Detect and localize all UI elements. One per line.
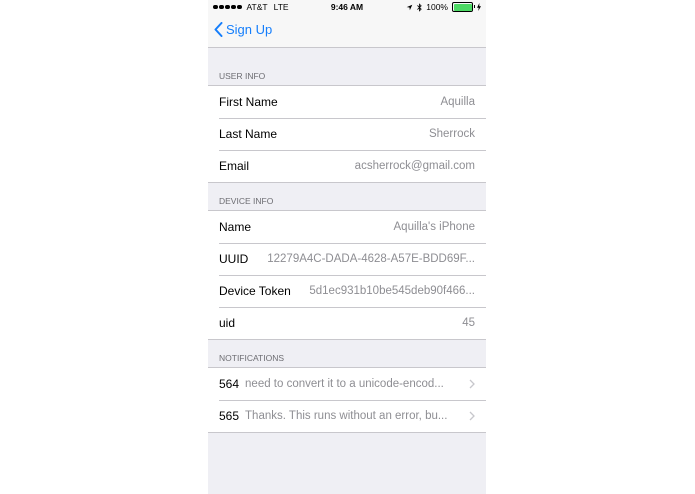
row-email[interactable]: Email acsherrock@gmail.com xyxy=(208,150,486,182)
notifications-group: 564 need to convert it to a unicode-enco… xyxy=(208,367,486,433)
status-bar: AT&T LTE 9:46 AM 100% xyxy=(208,0,486,15)
row-label: First Name xyxy=(219,95,278,109)
row-uid[interactable]: uid 45 xyxy=(208,307,486,339)
chevron-right-icon xyxy=(469,411,475,421)
battery-percent: 100% xyxy=(426,2,448,12)
phone-screen: AT&T LTE 9:46 AM 100% Sign Up USER INFO … xyxy=(208,0,486,494)
chevron-left-icon xyxy=(214,22,223,37)
battery-fill xyxy=(453,3,472,11)
row-label: UUID xyxy=(219,252,249,266)
row-label: Device Token xyxy=(219,284,291,298)
row-value: acsherrock@gmail.com xyxy=(354,160,475,172)
navigation-bar: Sign Up xyxy=(208,15,486,48)
section-header-user-info: USER INFO xyxy=(219,71,266,81)
user-info-group: First Name Aquilla Last Name Sherrock Em… xyxy=(208,85,486,183)
row-label: Email xyxy=(219,159,250,173)
row-label: Name xyxy=(219,220,252,234)
notification-row[interactable]: 565 Thanks. This runs without an error, … xyxy=(208,400,486,432)
row-value: Sherrock xyxy=(428,128,475,140)
location-arrow-icon xyxy=(406,4,413,10)
row-label: Last Name xyxy=(219,127,278,141)
row-last-name[interactable]: Last Name Sherrock xyxy=(208,118,486,150)
row-first-name[interactable]: First Name Aquilla xyxy=(208,86,486,118)
row-value: Aquilla xyxy=(440,96,475,108)
row-label: uid xyxy=(219,316,236,330)
notification-preview: need to convert it to a unicode-encod... xyxy=(245,378,444,390)
notification-id: 564 xyxy=(219,377,240,391)
charging-bolt-icon xyxy=(477,3,481,11)
section-header-notifications: NOTIFICATIONS xyxy=(219,353,285,363)
device-info-group: Name Aquilla's iPhone UUID 12279A4C-DADA… xyxy=(208,210,486,340)
notification-preview: Thanks. This runs without an error, bu..… xyxy=(245,410,448,422)
row-uuid[interactable]: UUID 12279A4C-DADA-4628-A57E-BDD69F... xyxy=(208,243,486,275)
back-button[interactable]: Sign Up xyxy=(214,22,272,37)
row-value: Aquilla's iPhone xyxy=(393,221,475,233)
notification-id: 565 xyxy=(219,409,240,423)
back-button-label: Sign Up xyxy=(226,22,273,37)
row-device-name[interactable]: Name Aquilla's iPhone xyxy=(208,211,486,243)
battery-icon xyxy=(452,2,475,12)
row-value: 45 xyxy=(462,317,475,329)
chevron-right-icon xyxy=(469,379,475,389)
status-right: 100% xyxy=(406,2,481,12)
bluetooth-icon xyxy=(417,2,422,12)
notification-row[interactable]: 564 need to convert it to a unicode-enco… xyxy=(208,368,486,400)
row-device-token[interactable]: Device Token 5d1ec931b10be545deb90f466..… xyxy=(208,275,486,307)
row-value: 12279A4C-DADA-4628-A57E-BDD69F... xyxy=(267,253,475,265)
section-header-device-info: DEVICE INFO xyxy=(219,196,274,206)
row-value: 5d1ec931b10be545deb90f466... xyxy=(309,285,475,297)
